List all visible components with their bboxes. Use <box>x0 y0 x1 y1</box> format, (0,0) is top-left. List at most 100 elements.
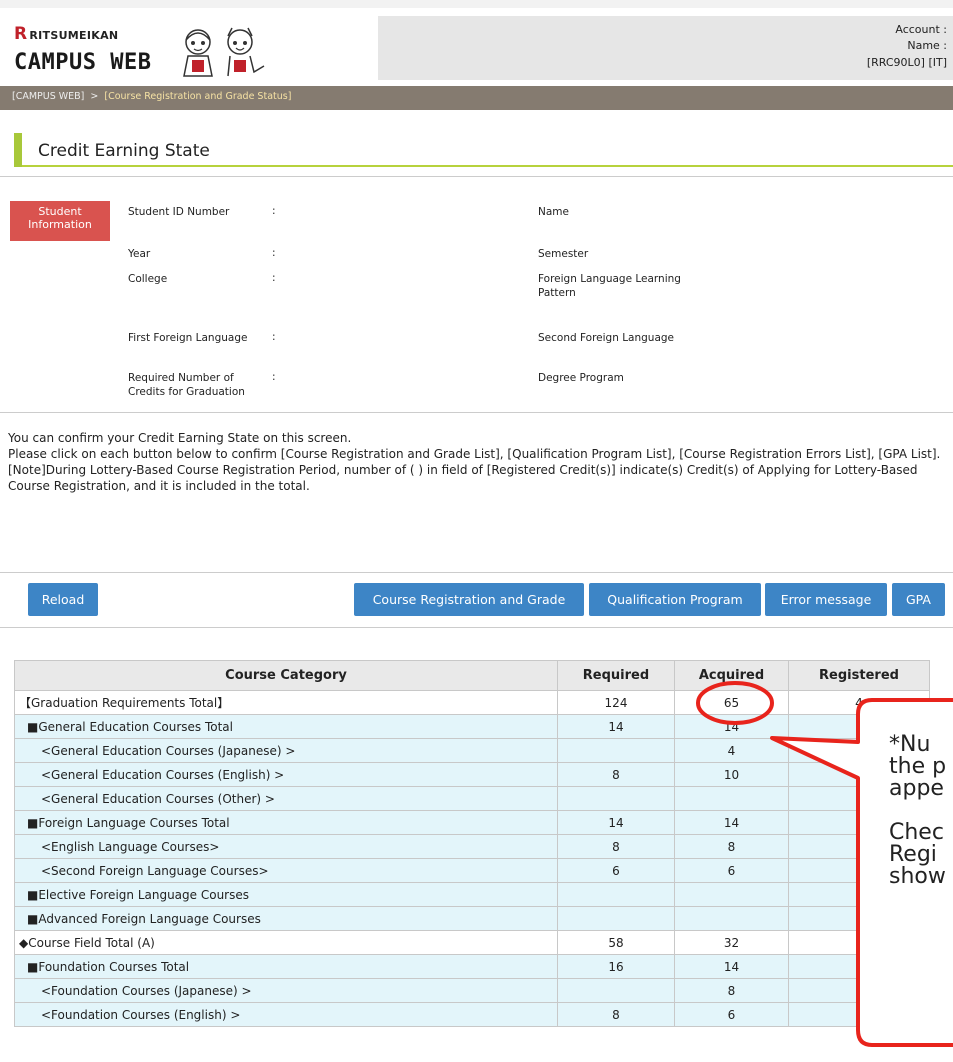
acquired-cell: 32 <box>674 930 789 955</box>
category-cell: <General Education Courses (Japanese) > <box>14 738 558 763</box>
qualification-program-button[interactable]: Qualification Program <box>589 583 761 616</box>
logo-main-text: CAMPUS WEB <box>14 50 152 75</box>
callout-line: *Nu <box>889 734 931 757</box>
category-cell: ■Foreign Language Courses Total <box>14 810 558 835</box>
notes-line: Please click on each button below to con… <box>8 447 941 461</box>
table-row: 【Graduation Requirements Total】 124 65 4 <box>14 690 930 715</box>
category-cell: <English Language Courses> <box>14 834 558 859</box>
second-foreign-language-label: Second Foreign Language <box>538 332 675 344</box>
name-field-label: Name <box>538 206 569 218</box>
error-message-button[interactable]: Error message <box>765 583 887 616</box>
category-cell: <Foundation Courses (English) > <box>14 1002 558 1027</box>
logo-top-text: R RITSUMEIKAN <box>14 24 118 44</box>
category-cell: 【Graduation Requirements Total】 <box>14 690 558 715</box>
student-id-label: Student ID Number <box>128 206 230 218</box>
required-cell: 8 <box>557 834 675 859</box>
acquired-cell <box>674 906 789 931</box>
table-row: ■General Education Courses Total 14 14 <box>14 714 930 739</box>
logo-r-letter: R <box>14 24 28 44</box>
account-label: Account : <box>895 23 947 36</box>
app-header: R RITSUMEIKAN CAMPUS WEB Account : Name :… <box>0 0 953 80</box>
notes-line: [Note]During Lottery-Based Course Regist… <box>8 463 918 493</box>
required-cell <box>557 738 675 763</box>
registered-cell <box>788 978 930 1003</box>
callout-line: show <box>889 864 946 888</box>
required-cell: 16 <box>557 954 675 979</box>
acquired-cell <box>674 786 789 811</box>
acquired-cell: 14 <box>674 714 789 739</box>
table-row: ■Foreign Language Courses Total 14 14 <box>14 810 930 835</box>
notes-line: You can confirm your Credit Earning Stat… <box>8 431 352 445</box>
instructions-text: You can confirm your Credit Earning Stat… <box>8 430 953 494</box>
colon: : <box>272 331 276 343</box>
required-credits-label: Required Number of Credits for Graduatio… <box>128 372 245 398</box>
reload-button[interactable]: Reload <box>28 583 98 616</box>
gpa-button[interactable]: GPA <box>892 583 945 616</box>
registered-cell <box>788 930 930 955</box>
degree-program-label: Degree Program <box>538 372 624 384</box>
category-cell: <General Education Courses (English) > <box>14 762 558 787</box>
acquired-cell: 4 <box>674 738 789 763</box>
col-acquired: Acquired <box>674 660 789 691</box>
table-row: <General Education Courses (Other) > <box>14 786 930 811</box>
student-information-badge: Student Information <box>10 201 110 241</box>
colon: : <box>272 371 276 383</box>
campus-web-logo[interactable]: R RITSUMEIKAN CAMPUS WEB <box>14 20 265 80</box>
category-cell: <Second Foreign Language Courses> <box>14 858 558 883</box>
table-row: <Foundation Courses (Japanese) > 8 <box>14 978 930 1003</box>
name-label: Name : <box>907 39 947 52</box>
breadcrumb-separator: > <box>90 91 99 102</box>
acquired-cell: 6 <box>674 858 789 883</box>
table-row: ■Elective Foreign Language Courses <box>14 882 930 907</box>
col-course-category: Course Category <box>14 660 558 691</box>
college-label: College <box>128 273 168 285</box>
mascot-icon <box>183 27 265 77</box>
acquired-cell: 14 <box>674 810 789 835</box>
required-cell: 14 <box>557 810 675 835</box>
colon: : <box>272 272 276 284</box>
required-cell: 8 <box>557 762 675 787</box>
callout-line: Chec <box>889 820 944 845</box>
callout-text: *Nu the p appe Chec Regi show <box>889 734 953 888</box>
col-required: Required <box>557 660 675 691</box>
registered-cell <box>788 1002 930 1027</box>
category-cell: ■General Education Courses Total <box>14 714 558 739</box>
category-cell: <Foundation Courses (Japanese) > <box>14 978 558 1003</box>
divider <box>0 627 953 628</box>
acquired-cell: 6 <box>674 1002 789 1027</box>
category-cell: ◆Course Field Total (A) <box>14 930 558 955</box>
col-registered: Registered <box>788 660 930 691</box>
breadcrumb-current: [Course Registration and Grade Status] <box>104 91 292 102</box>
language-pattern-label: Foreign Language Learning Pattern <box>538 273 681 299</box>
category-cell: ■Foundation Courses Total <box>14 954 558 979</box>
required-cell: 14 <box>557 714 675 739</box>
course-registration-grade-button[interactable]: Course Registration and Grade <box>354 583 584 616</box>
registered-cell <box>788 906 930 931</box>
category-cell: ■Advanced Foreign Language Courses <box>14 906 558 931</box>
breadcrumb: [CAMPUS WEB] > [Course Registration and Gr… <box>0 86 953 110</box>
divider <box>0 176 953 177</box>
semester-label: Semester <box>538 248 589 260</box>
callout-line: Regi <box>889 842 937 867</box>
acquired-cell: 14 <box>674 954 789 979</box>
required-cell <box>557 786 675 811</box>
first-foreign-language-label: First Foreign Language <box>128 332 248 344</box>
required-cell: 58 <box>557 930 675 955</box>
breadcrumb-home-link[interactable]: [CAMPUS WEB] <box>12 91 84 102</box>
title-accent-bar <box>14 133 22 167</box>
table-row: ■Foundation Courses Total 16 14 <box>14 954 930 979</box>
table-row: ■Advanced Foreign Language Courses <box>14 906 930 931</box>
year-label: Year <box>128 248 151 260</box>
user-code: [RRC90L0] [IT] <box>866 56 947 69</box>
acquired-cell: 8 <box>674 834 789 859</box>
required-cell <box>557 906 675 931</box>
required-cell <box>557 882 675 907</box>
colon: : <box>272 205 276 217</box>
required-cell: 124 <box>557 690 675 715</box>
required-cell: 6 <box>557 858 675 883</box>
table-row: <Second Foreign Language Courses> 6 6 <box>14 858 930 883</box>
acquired-cell: 10 <box>674 762 789 787</box>
table-header-row: Course Category Required Acquired Regist… <box>14 660 930 691</box>
divider <box>0 572 953 573</box>
callout-line: appe <box>889 776 944 801</box>
